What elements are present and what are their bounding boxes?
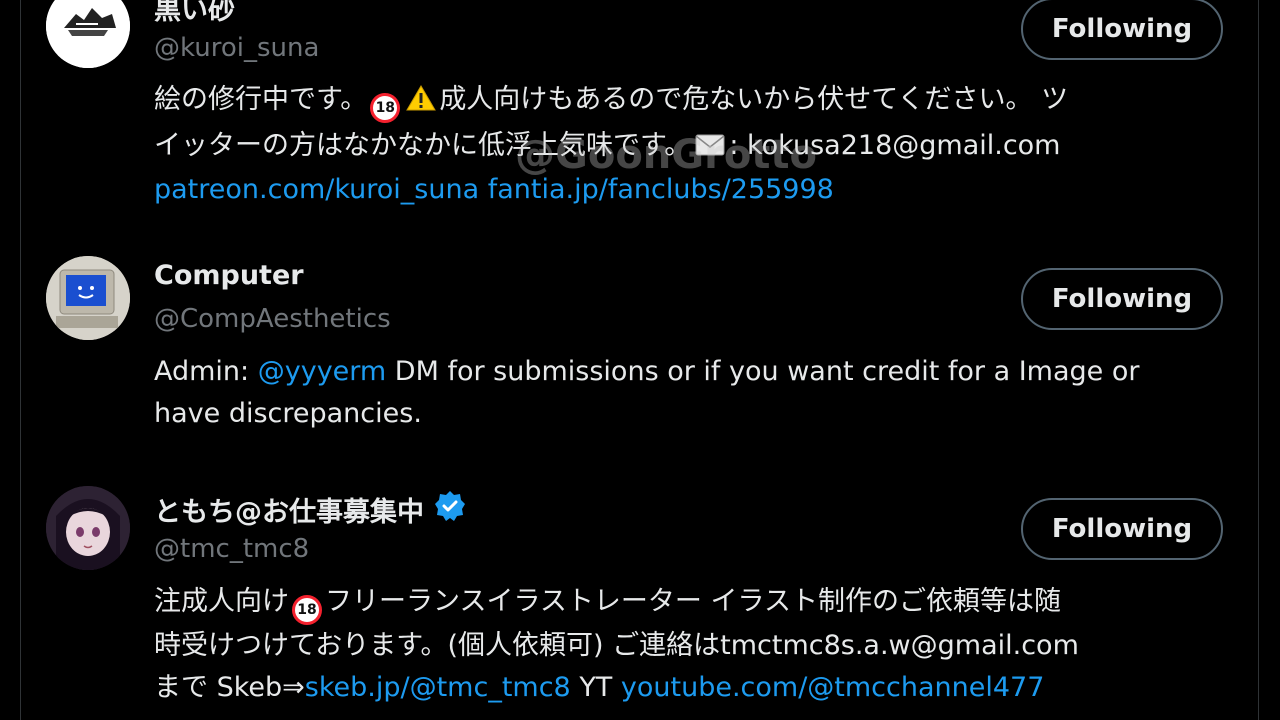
user-handle[interactable]: @tmc_tmc8 <box>154 534 309 564</box>
avatar[interactable] <box>46 256 130 340</box>
bio-text: YT <box>570 672 621 703</box>
user-cell[interactable]: ともち@お仕事募集中 @tmc_tmc8 注成人向け 18 フリーランスイラストレー… <box>20 486 1258 720</box>
bio-text: 時受けつけております。(個人依頼可) ご連絡はtmctmc8s.a.w@gmai… <box>154 630 1079 661</box>
avatar[interactable] <box>46 0 130 68</box>
bio-line: Admin: @yyyerm DM for submissions or if … <box>154 351 1224 393</box>
retro-computer-avatar-icon <box>46 256 130 340</box>
mention-link[interactable]: @yyyerm <box>258 356 386 387</box>
user-bio: Admin: @yyyerm DM for submissions or if … <box>154 351 1224 435</box>
bio-text: Admin: <box>154 356 258 387</box>
bio-line: patreon.com/kuroi_suna fantia.jp/fanclub… <box>154 169 1224 211</box>
bio-line: 絵の修行中です。 18 成人向けもあるので危ないから伏せてください。 ツ <box>154 79 1224 125</box>
youtube-link[interactable]: youtube.com/@tmcchannel477 <box>621 672 1045 703</box>
bio-text: : kokusa218@gmail.com <box>729 130 1061 161</box>
bio-text: 絵の修行中です。 <box>154 84 368 115</box>
bio-text: まで Skeb⇒ <box>154 672 305 703</box>
display-name[interactable]: ともち@お仕事募集中 <box>154 490 466 529</box>
warning-icon <box>406 83 437 125</box>
display-name-text[interactable]: ともち@お仕事募集中 <box>154 490 424 529</box>
bio-line: have discrepancies. <box>154 393 1224 435</box>
display-name[interactable]: Computer <box>154 260 304 291</box>
avatar[interactable] <box>46 486 130 570</box>
bio-text: 注成人向け <box>154 586 289 617</box>
following-button[interactable]: Following <box>1021 0 1223 60</box>
bio-link[interactable]: patreon.com/kuroi_suna fantia.jp/fanclub… <box>154 174 834 205</box>
display-name[interactable]: 黒い砂 <box>154 0 235 27</box>
user-cell[interactable]: 黒い砂 @kuroi_suna 絵の修行中です。 18 成人向けもあるので危ないから… <box>20 0 1258 220</box>
user-handle[interactable]: @CompAesthetics <box>154 304 391 334</box>
display-name-text[interactable]: 黒い砂 <box>154 0 235 27</box>
envelope-icon <box>695 127 725 169</box>
column-border-right <box>1258 0 1259 720</box>
following-button[interactable]: Following <box>1021 268 1223 330</box>
bio-text: 成人向けもあるので危ないから伏せてください。 ツ <box>439 84 1069 115</box>
skeb-link[interactable]: skeb.jp/@tmc_tmc8 <box>305 672 571 703</box>
bio-line: 時受けつけております。(個人依頼可) ご連絡はtmctmc8s.a.w@gmai… <box>154 625 1224 667</box>
user-cell[interactable]: Computer @CompAesthetics Admin: @yyyerm … <box>20 256 1258 446</box>
verified-badge-icon <box>434 490 466 529</box>
anime-girl-avatar-icon <box>46 486 130 570</box>
bio-text: DM for submissions or if you want credit… <box>386 356 1140 387</box>
user-handle[interactable]: @kuroi_suna <box>154 33 319 63</box>
ink-sketch-avatar-icon <box>46 0 130 68</box>
adult-18-badge-icon: 18 <box>370 93 401 123</box>
bio-text: have discrepancies. <box>154 398 422 429</box>
following-button[interactable]: Following <box>1021 498 1223 560</box>
bio-text: フリーランスイラストレーター イラスト制作のご依頼等は随 <box>325 586 1061 617</box>
display-name-text[interactable]: Computer <box>154 260 304 291</box>
adult-18-badge-icon: 18 <box>292 595 322 625</box>
bio-line: イッターの方はなかなかに低浮上気味です。 : kokusa218@gmail.co… <box>154 125 1224 169</box>
bio-line: まで Skeb⇒skeb.jp/@tmc_tmc8 YT youtube.com… <box>154 667 1224 709</box>
bio-text: イッターの方はなかなかに低浮上気味です。 <box>154 130 692 161</box>
user-bio: 注成人向け 18 フリーランスイラストレーター イラスト制作のご依頼等は随 時受けつ… <box>154 581 1224 709</box>
bio-line: 注成人向け 18 フリーランスイラストレーター イラスト制作のご依頼等は随 <box>154 581 1224 625</box>
user-bio: 絵の修行中です。 18 成人向けもあるので危ないから伏せてください。 ツ イッターの… <box>154 79 1224 211</box>
